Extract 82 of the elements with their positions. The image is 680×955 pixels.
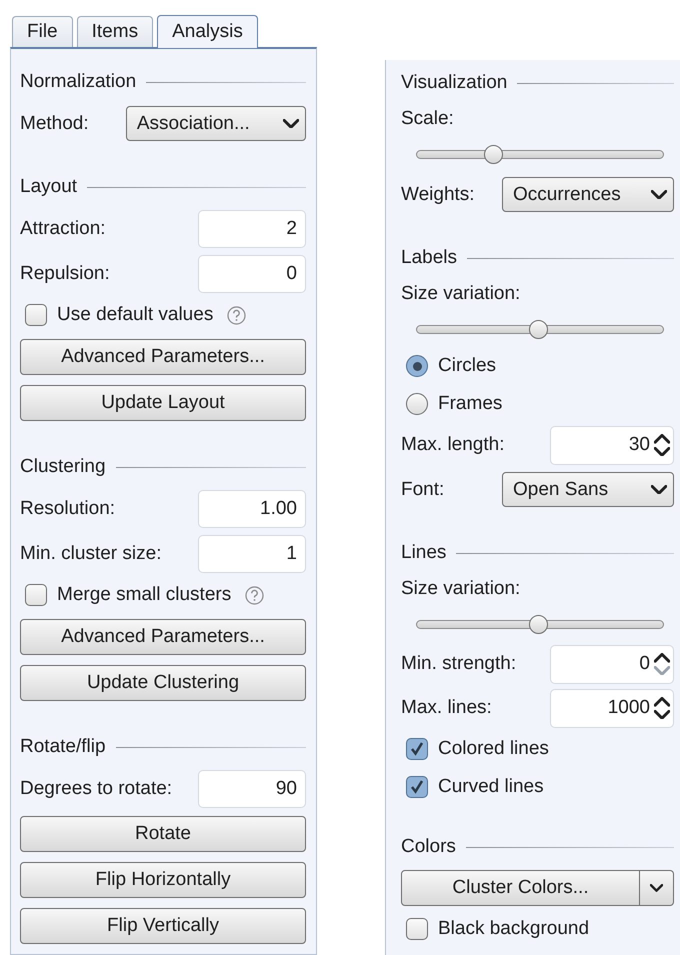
field-label: Min. cluster size: bbox=[20, 542, 162, 564]
section-heading: Lines bbox=[401, 542, 446, 564]
slider-thumb[interactable] bbox=[528, 320, 548, 338]
help-icon[interactable] bbox=[227, 306, 246, 324]
chevron-down-icon bbox=[651, 190, 667, 200]
field-label: Method: bbox=[20, 112, 89, 134]
slider[interactable] bbox=[416, 318, 664, 340]
number-field[interactable]: 90 bbox=[198, 770, 306, 808]
chevron-down-icon bbox=[654, 710, 670, 720]
slider-thumb[interactable] bbox=[484, 144, 503, 164]
number-field[interactable]: 0 bbox=[198, 254, 306, 292]
checkbox-label: Merge small clusters bbox=[57, 584, 232, 606]
chevron-up-icon bbox=[654, 434, 670, 444]
section-heading: Normalization bbox=[20, 71, 136, 93]
radio-button[interactable] bbox=[406, 355, 428, 377]
dropdown[interactable]: Association... bbox=[126, 106, 306, 141]
field-label: Degrees to rotate: bbox=[20, 778, 172, 800]
field-label: Attraction: bbox=[20, 218, 106, 240]
field-label: Scale: bbox=[401, 108, 454, 130]
chevron-down-icon bbox=[651, 484, 667, 494]
checkbox-label: Curved lines bbox=[438, 776, 544, 798]
spinner-field[interactable]: 1000 bbox=[550, 688, 674, 728]
dropdown-button[interactable] bbox=[640, 870, 674, 906]
chevron-down-icon bbox=[283, 118, 299, 128]
push-button[interactable]: Flip Horizontally bbox=[20, 862, 306, 898]
chevron-down-icon bbox=[654, 446, 670, 456]
chevron-down-icon bbox=[654, 666, 670, 676]
field-label: Max. length: bbox=[401, 434, 504, 456]
checkbox[interactable] bbox=[406, 738, 428, 760]
push-button[interactable]: Advanced Parameters... bbox=[20, 619, 306, 655]
chevron-down-icon bbox=[650, 884, 663, 892]
checkbox[interactable] bbox=[25, 304, 47, 326]
chevron-up-icon bbox=[654, 652, 670, 662]
check-icon bbox=[409, 779, 425, 795]
spinner-value[interactable]: 0 bbox=[570, 653, 650, 675]
section-heading: Labels bbox=[401, 247, 457, 269]
field-label: Min. strength: bbox=[401, 653, 516, 675]
push-button[interactable]: Rotate bbox=[20, 816, 306, 852]
radio-button[interactable] bbox=[406, 393, 428, 415]
checkbox-label: Colored lines bbox=[438, 738, 549, 760]
section-heading: Colors bbox=[401, 836, 456, 858]
number-field[interactable]: 1 bbox=[198, 534, 306, 572]
radio-label: Frames bbox=[438, 393, 502, 415]
field-label: Font: bbox=[401, 478, 444, 500]
help-icon[interactable] bbox=[245, 586, 264, 604]
field-label: Repulsion: bbox=[20, 262, 110, 284]
push-button[interactable]: Update Layout bbox=[20, 385, 306, 421]
checkbox-label: Use default values bbox=[57, 304, 214, 326]
field-label: Resolution: bbox=[20, 498, 116, 520]
checkbox[interactable] bbox=[406, 776, 428, 798]
check-icon bbox=[409, 741, 425, 757]
section-heading: Clustering bbox=[20, 456, 106, 478]
number-field[interactable]: 1.00 bbox=[198, 490, 306, 528]
tab[interactable]: File bbox=[12, 16, 73, 47]
spinner-value[interactable]: 30 bbox=[570, 434, 650, 456]
push-button[interactable]: Flip Vertically bbox=[20, 908, 306, 944]
field-label: Max. lines: bbox=[401, 697, 492, 719]
chevron-up-icon bbox=[654, 696, 670, 706]
push-button[interactable]: Advanced Parameters... bbox=[20, 339, 306, 375]
radio-label: Circles bbox=[438, 355, 496, 377]
field-label: Weights: bbox=[401, 184, 475, 206]
tab[interactable]: Analysis bbox=[157, 15, 258, 48]
number-field[interactable]: 2 bbox=[198, 210, 306, 248]
push-button[interactable]: Cluster Colors... bbox=[401, 870, 640, 906]
push-button[interactable]: Update Clustering bbox=[20, 665, 306, 701]
dropdown[interactable]: Occurrences bbox=[502, 177, 674, 212]
spinner-field[interactable]: 0 bbox=[550, 644, 674, 684]
spinner-field[interactable]: 30 bbox=[550, 426, 674, 464]
slider[interactable] bbox=[416, 144, 664, 164]
checkbox[interactable] bbox=[406, 918, 428, 940]
slider-thumb[interactable] bbox=[528, 614, 548, 634]
tab[interactable]: Items bbox=[76, 16, 154, 47]
section-heading: Rotate/flip bbox=[20, 736, 106, 758]
checkbox[interactable] bbox=[25, 584, 47, 606]
spinner-value[interactable]: 1000 bbox=[570, 697, 650, 719]
field-label: Size variation: bbox=[401, 578, 520, 600]
field-label: Size variation: bbox=[401, 283, 520, 305]
dropdown[interactable]: Open Sans bbox=[502, 472, 674, 507]
slider[interactable] bbox=[416, 614, 664, 634]
checkbox-label: Black background bbox=[438, 918, 590, 940]
section-heading: Visualization bbox=[401, 72, 508, 94]
section-heading: Layout bbox=[20, 176, 78, 198]
